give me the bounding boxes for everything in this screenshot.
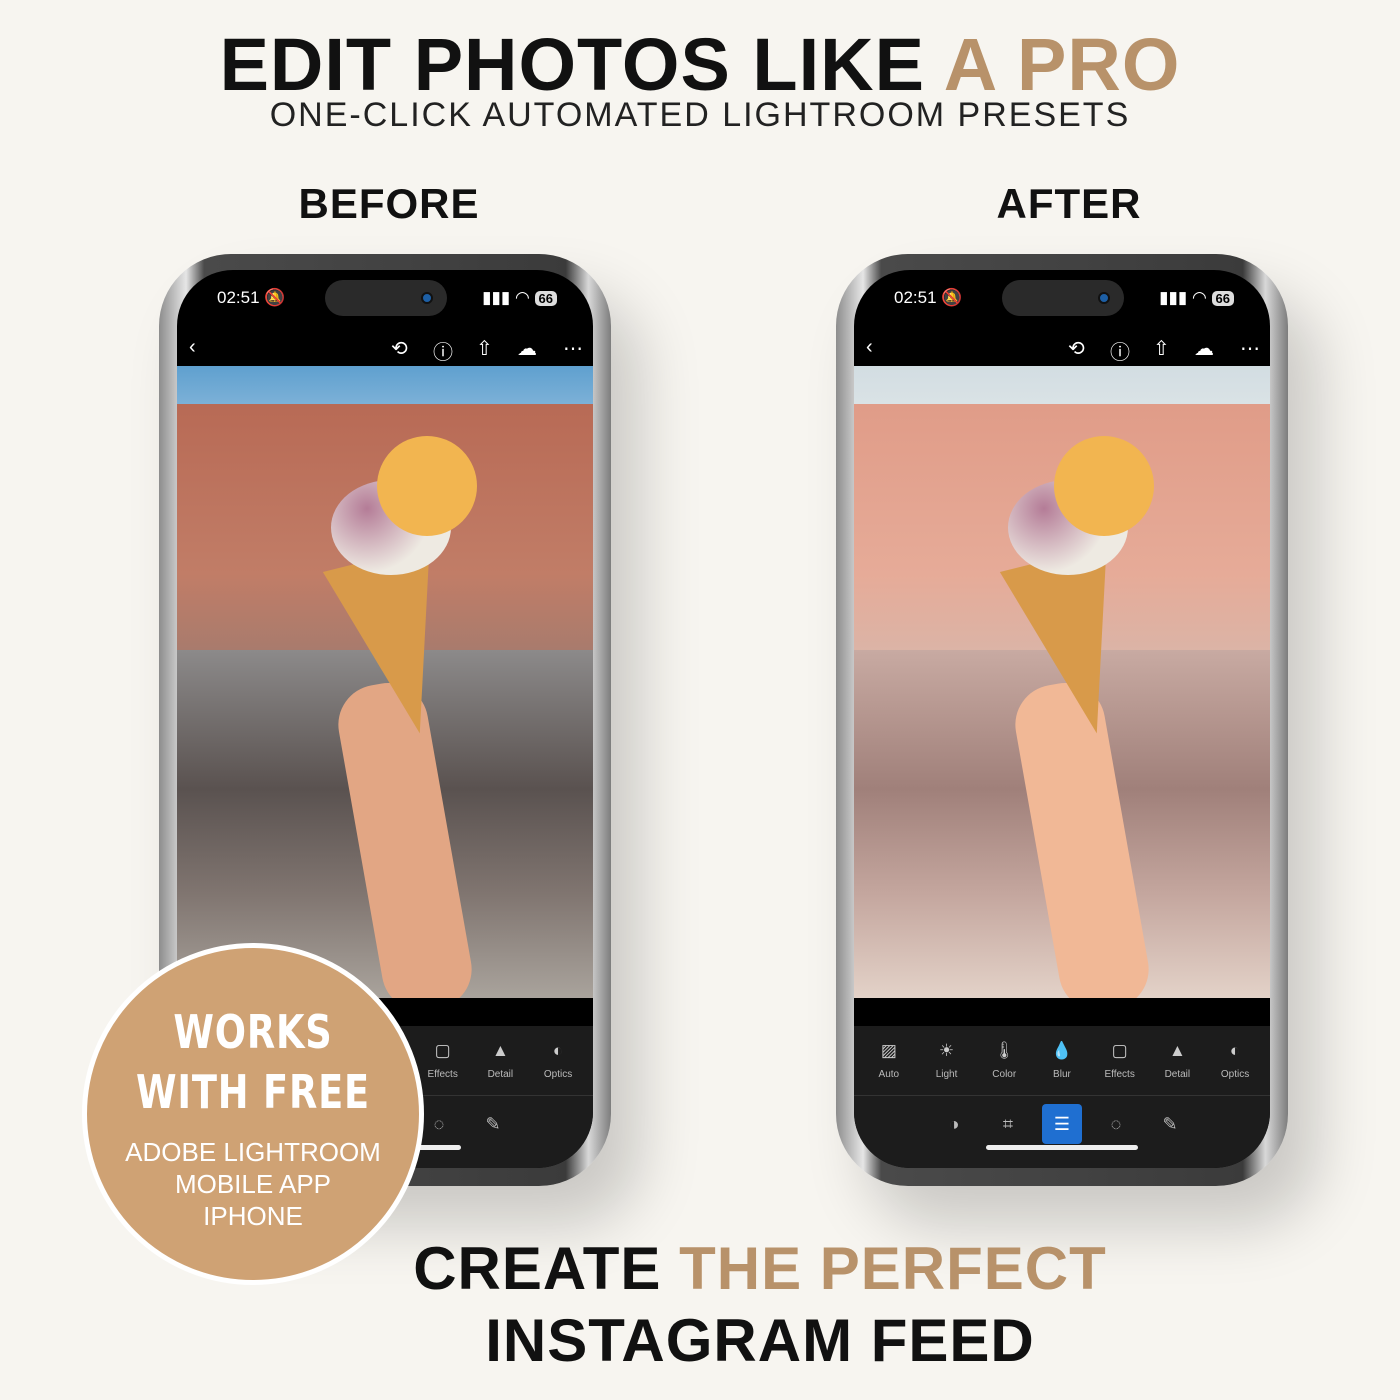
signal-icon: ▮▮▮ <box>482 288 511 307</box>
auto-icon: ▨ <box>880 1041 897 1060</box>
tool-label: Effects <box>1104 1069 1135 1080</box>
after-phone: 02:51 🔕 ▮▮▮ ◠ 66 ‹ ⟲ ⓘ ⇧ ☁ ⋯ ▨ Auto ☀ Ligh… <box>836 254 1288 1186</box>
app-toolbar: ‹ ⟲ ⓘ ⇧ ☁ ⋯ <box>177 336 593 366</box>
headline: EDIT PHOTOS LIKE A PRO <box>0 22 1400 107</box>
badge-line: MOBILE APP <box>174 1169 332 1199</box>
tool-detail[interactable]: ▲ Detail <box>1152 1041 1202 1080</box>
adjust-button[interactable]: ☰ <box>1042 1104 1082 1144</box>
status-bar: 02:51 🔕 ▮▮▮ ◠ 66 <box>894 286 1234 310</box>
bell-muted-icon: 🔕 <box>941 288 963 307</box>
footer-text: CREATE <box>413 1235 680 1302</box>
battery-level: 66 <box>534 291 557 306</box>
back-icon[interactable]: ‹ <box>866 336 873 359</box>
tool-effects[interactable]: ▢ Effects <box>418 1041 468 1080</box>
share-icon[interactable]: ⇧ <box>1153 336 1170 361</box>
after-label: AFTER <box>996 180 1142 227</box>
tool-detail[interactable]: ▲ Detail <box>475 1041 525 1080</box>
badge-line: WITH FREE <box>136 1065 370 1119</box>
thermometer-icon: 🌡 <box>993 1041 1016 1060</box>
clock: 02:51 <box>894 288 937 307</box>
lens-icon: ◐ <box>552 1041 564 1060</box>
battery-level: 66 <box>1211 291 1234 306</box>
signal-icon: ▮▮▮ <box>1159 288 1188 307</box>
status-bar: 02:51 🔕 ▮▮▮ ◠ 66 <box>217 286 557 310</box>
tool-effects[interactable]: ▢ Effects <box>1095 1041 1145 1080</box>
help-icon[interactable]: ⓘ <box>433 336 453 365</box>
healing-button[interactable]: ✎ <box>473 1104 513 1144</box>
masking-button[interactable]: ◌ <box>419 1104 459 1144</box>
footer-line-1: CREATE THE PERFECT <box>360 1234 1160 1303</box>
bottom-bar: ◑ ⌗ ☰ ◌ ✎ <box>854 1096 1270 1168</box>
tool-label: Effects <box>427 1069 458 1080</box>
clock: 02:51 <box>217 288 260 307</box>
tool-label: Optics <box>543 1069 573 1080</box>
tool-label: Detail <box>487 1069 514 1080</box>
tool-label: Auto <box>878 1069 900 1080</box>
phone-screen: 02:51 🔕 ▮▮▮ ◠ 66 ‹ ⟲ ⓘ ⇧ ☁ ⋯ ▨ Auto ☀ Ligh… <box>854 270 1270 1168</box>
photo-after <box>854 366 1270 998</box>
help-icon[interactable]: ⓘ <box>1110 336 1130 365</box>
badge-line: ADOBE LIGHTROOM <box>125 1137 381 1167</box>
tool-blur[interactable]: 💧 Blur <box>1037 1041 1087 1080</box>
lens-icon: ◐ <box>1229 1041 1241 1060</box>
history-icon[interactable]: ⟲ <box>1068 336 1085 361</box>
tool-auto[interactable]: ▨ Auto <box>864 1041 914 1080</box>
tool-label: Color <box>992 1069 1017 1080</box>
tool-label: Detail <box>1164 1069 1191 1080</box>
crop-button[interactable]: ⌗ <box>988 1104 1028 1144</box>
badge-details: ADOBE LIGHTROOM MOBILE APP IPHONE <box>87 1136 419 1232</box>
footer-accent: THE PERFECT <box>679 1235 1107 1302</box>
app-toolbar: ‹ ⟲ ⓘ ⇧ ☁ ⋯ <box>854 336 1270 366</box>
tool-optics[interactable]: ◐ Optics <box>1210 1041 1260 1080</box>
masking-button[interactable]: ◌ <box>1096 1104 1136 1144</box>
vignette-icon: ▢ <box>434 1041 451 1060</box>
badge-heading: WORKS WITH FREE <box>120 1002 386 1122</box>
edit-tools: ▨ Auto ☀ Light 🌡 Color 💧 Blur ▢ Effects ▲ Deta… <box>854 1026 1270 1096</box>
tool-label: Light <box>935 1069 958 1080</box>
wifi-icon: ◠ <box>1191 288 1207 307</box>
triangle-icon: ▲ <box>1168 1041 1186 1060</box>
cloud-icon[interactable]: ☁ <box>1194 336 1214 361</box>
cloud-icon[interactable]: ☁ <box>517 336 537 361</box>
footer-line-2: INSTAGRAM FEED <box>485 1307 1035 1374</box>
more-icon[interactable]: ⋯ <box>1240 336 1260 361</box>
wifi-icon: ◠ <box>514 288 530 307</box>
badge-line: IPHONE <box>203 1201 303 1231</box>
home-indicator <box>986 1145 1138 1150</box>
tool-optics[interactable]: ◐ Optics <box>533 1041 583 1080</box>
photo-before <box>177 366 593 998</box>
tool-color[interactable]: 🌡 Color <box>979 1041 1029 1080</box>
drop-icon: 💧 <box>1051 1041 1073 1060</box>
before-label: BEFORE <box>298 180 480 227</box>
more-icon[interactable]: ⋯ <box>563 336 583 361</box>
tool-label: Blur <box>1053 1069 1071 1080</box>
bell-muted-icon: 🔕 <box>264 288 286 307</box>
headline-accent: A PRO <box>943 23 1181 106</box>
sun-icon: ☀ <box>938 1041 955 1060</box>
tool-light[interactable]: ☀ Light <box>922 1041 972 1080</box>
presets-button[interactable]: ◑ <box>934 1104 974 1144</box>
history-icon[interactable]: ⟲ <box>391 336 408 361</box>
badge-line: WORKS <box>173 1005 333 1059</box>
vignette-icon: ▢ <box>1111 1041 1128 1060</box>
back-icon[interactable]: ‹ <box>189 336 196 359</box>
subtitle: ONE-CLICK AUTOMATED LIGHTROOM PRESETS <box>269 96 1131 134</box>
tool-label: Optics <box>1220 1069 1250 1080</box>
headline-main: EDIT PHOTOS LIKE <box>219 23 944 106</box>
healing-button[interactable]: ✎ <box>1150 1104 1190 1144</box>
share-icon[interactable]: ⇧ <box>476 336 493 361</box>
triangle-icon: ▲ <box>491 1041 509 1060</box>
